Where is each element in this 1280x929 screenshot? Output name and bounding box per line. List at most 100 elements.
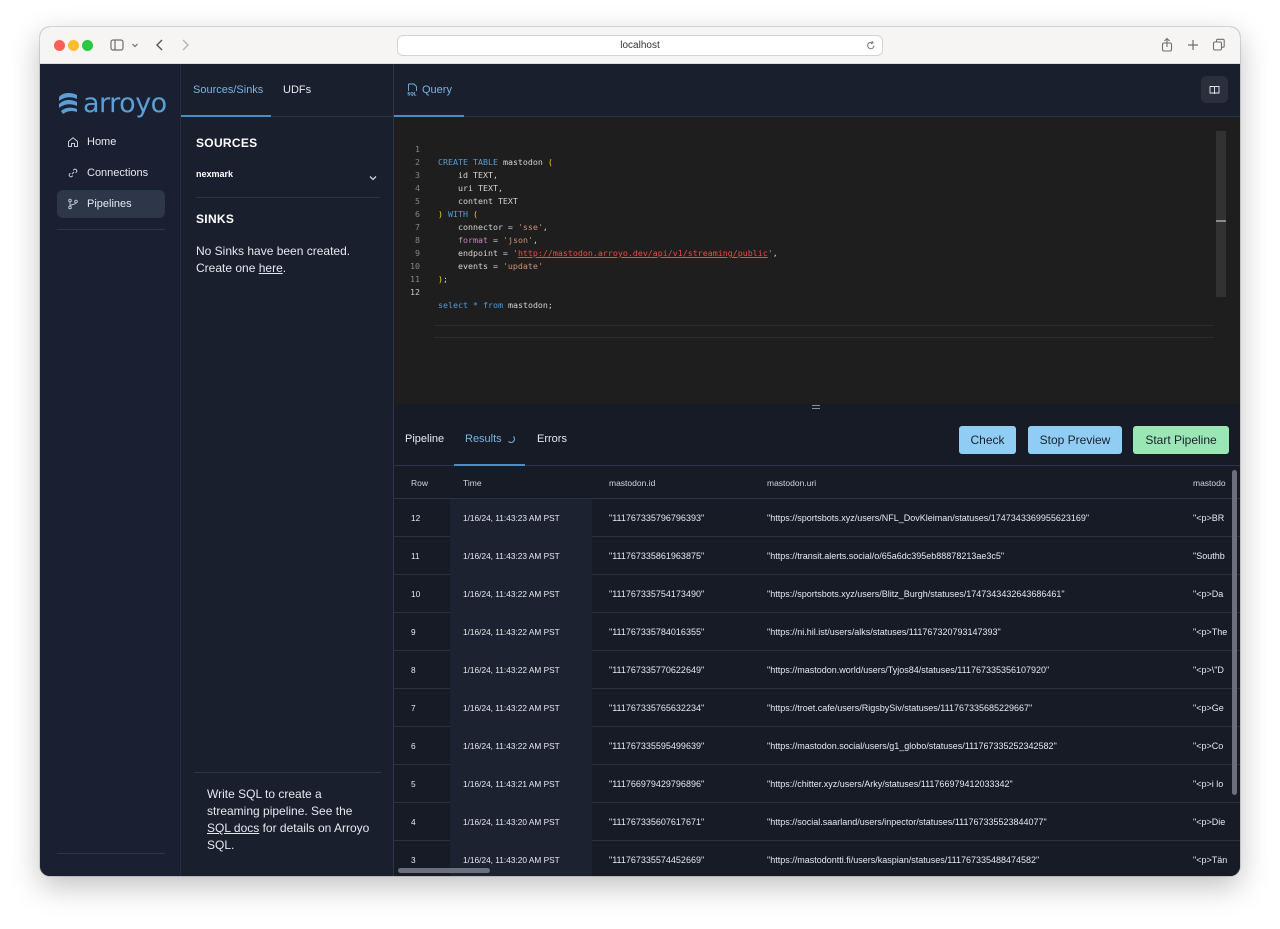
sql-help-text: Write SQL to create a streaming pipeline… — [207, 786, 377, 854]
table-vertical-scrollbar[interactable] — [1232, 470, 1237, 795]
back-icon[interactable] — [155, 36, 165, 54]
cell-content: "Southb — [1193, 551, 1225, 561]
sql-docs-link[interactable]: SQL docs — [207, 821, 259, 835]
active-tab-indicator — [181, 115, 271, 117]
editor-tabs: SQL Query — [394, 64, 1240, 117]
cell-time: 1/16/24, 11:43:22 AM PST — [463, 627, 560, 637]
sql-editor[interactable]: 1 CREATE TABLE mastodon ( 2 id TEXT, 3 u… — [394, 117, 1240, 404]
nav-item-connections[interactable]: Connections — [57, 159, 165, 187]
table-row[interactable]: 6 1/16/24, 11:43:22 AM PST "111767335595… — [394, 727, 1240, 765]
cell-row: 4 — [411, 817, 416, 827]
loading-spinner-icon — [506, 435, 515, 443]
chevron-down-icon[interactable] — [368, 170, 378, 188]
cell-time: 1/16/24, 11:43:23 AM PST — [463, 513, 560, 523]
cell-time: 1/16/24, 11:43:20 AM PST — [463, 855, 560, 865]
cell-row: 12 — [411, 513, 421, 523]
arroyo-wave-icon — [59, 92, 77, 114]
check-button[interactable]: Check — [959, 426, 1016, 454]
nav-divider — [57, 229, 165, 230]
code-line: 7 format = 'json', — [394, 208, 1240, 245]
cell-uri: "https://social.saarland/users/inpector/… — [767, 817, 1047, 827]
nav-item-pipelines[interactable]: Pipelines — [57, 190, 165, 218]
panel-resize-handle[interactable] — [394, 404, 1240, 412]
cell-content: "<p>\"D — [1193, 665, 1224, 675]
zoom-window-button[interactable] — [82, 40, 93, 51]
tab-query[interactable]: SQL Query — [407, 83, 452, 97]
start-pipeline-button[interactable]: Start Pipeline — [1133, 426, 1229, 454]
tab-udfs[interactable]: UDFs — [283, 84, 311, 96]
home-icon — [68, 137, 78, 147]
results-table[interactable]: Row Time mastodon.id mastodon.uri mastod… — [394, 466, 1240, 876]
table-row[interactable]: 10 1/16/24, 11:43:22 AM PST "11176733575… — [394, 575, 1240, 613]
reload-icon[interactable] — [866, 36, 876, 62]
help-text-before: Write SQL to create a streaming pipeline… — [207, 787, 353, 818]
docs-button[interactable] — [1201, 76, 1228, 103]
catalog-panel: Sources/Sinks UDFs SOURCES nexmark SINKS… — [181, 64, 394, 876]
cell-uri: "https://sportsbots.xyz/users/Blitz_Burg… — [767, 589, 1065, 599]
cell-content: "<p>Da — [1193, 589, 1224, 599]
table-horizontal-scrollbar[interactable] — [398, 868, 490, 873]
nav-label-home: Home — [87, 136, 117, 148]
cell-row: 3 — [411, 855, 416, 865]
cell-uri: "https://transit.alerts.social/o/65a6dc3… — [767, 551, 1005, 561]
stop-preview-button[interactable]: Stop Preview — [1028, 426, 1122, 454]
cell-id: "111767335595499639" — [609, 741, 705, 751]
table-row[interactable]: 12 1/16/24, 11:43:23 AM PST "11176733579… — [394, 499, 1240, 537]
tab-overview-icon[interactable] — [1212, 36, 1226, 54]
table-row[interactable]: 4 1/16/24, 11:43:20 AM PST "111767335607… — [394, 803, 1240, 841]
cell-row: 10 — [411, 589, 421, 599]
cell-id: "111767335770622649" — [609, 665, 705, 675]
code-line: 6 connector = 'sse', — [394, 195, 1240, 232]
share-icon[interactable] — [1160, 36, 1174, 54]
tab-results[interactable]: Results — [465, 433, 515, 445]
close-window-button[interactable] — [54, 40, 65, 51]
table-row[interactable]: 5 1/16/24, 11:43:21 AM PST "111766979429… — [394, 765, 1240, 803]
arroyo-logo[interactable]: arroyo — [57, 87, 167, 119]
table-row[interactable]: 11 1/16/24, 11:43:23 AM PST "11176733586… — [394, 537, 1240, 575]
tab-sources-sinks[interactable]: Sources/Sinks — [193, 84, 263, 96]
cell-content: "<p>i lo — [1193, 779, 1224, 789]
new-tab-icon[interactable] — [1186, 36, 1200, 54]
editor-scroll-marker — [1216, 220, 1226, 222]
cell-row: 7 — [411, 703, 416, 713]
table-row[interactable]: 9 1/16/24, 11:43:22 AM PST "111767335784… — [394, 613, 1240, 651]
minimize-window-button[interactable] — [68, 40, 79, 51]
cell-time: 1/16/24, 11:43:22 AM PST — [463, 741, 560, 751]
tab-errors[interactable]: Errors — [537, 433, 567, 445]
column-header-row: Row — [411, 478, 429, 488]
cell-content: "<p>The — [1193, 627, 1228, 637]
code-line: 4 content TEXT — [394, 169, 1240, 206]
column-header-content: mastodo — [1193, 478, 1226, 488]
editor-scrollbar[interactable] — [1216, 131, 1226, 297]
sinks-heading: SINKS — [196, 212, 235, 226]
create-sink-link[interactable]: here — [259, 261, 283, 275]
browser-toolbar: localhost — [40, 27, 1240, 64]
logo-text: arroyo — [83, 87, 167, 119]
arroyo-app: arroyo Home Connections Pipelines Source… — [40, 64, 1240, 876]
main-content: SQL Query 1 CREATE TABLE mastodon ( 2 id… — [394, 64, 1240, 876]
cell-row: 5 — [411, 779, 416, 789]
forward-icon[interactable] — [180, 36, 190, 54]
tab-pipeline[interactable]: Pipeline — [405, 433, 444, 445]
cell-id: "111767335754173490" — [609, 589, 705, 599]
sidebar-toggle-icon[interactable] — [110, 36, 124, 54]
address-bar[interactable]: localhost — [397, 35, 883, 56]
cell-uri: "https://ni.hil.ist/users/alks/statuses/… — [767, 627, 1001, 637]
current-line-highlight — [434, 325, 1214, 338]
cell-uri: "https://mastodon.social/users/g1_globo/… — [767, 741, 1057, 751]
chevron-down-icon[interactable] — [131, 36, 139, 54]
table-row[interactable]: 7 1/16/24, 11:43:22 AM PST "111767335765… — [394, 689, 1240, 727]
code-line: 8 endpoint = 'http://mastodon.arroyo.dev… — [394, 221, 1240, 258]
code-line: 9 events = 'update' — [394, 234, 1240, 271]
catalog-tabs: Sources/Sinks UDFs — [181, 64, 394, 117]
nav-label-connections: Connections — [87, 167, 149, 179]
cell-content: "<p>Die — [1193, 817, 1226, 827]
cell-uri: "https://troet.cafe/users/RigsbySiv/stat… — [767, 703, 1033, 713]
table-row[interactable]: 8 1/16/24, 11:43:22 AM PST "111767335770… — [394, 651, 1240, 689]
code-line: 2 id TEXT, — [394, 143, 1240, 180]
nav-item-home[interactable]: Home — [57, 128, 165, 156]
nav-label-pipelines: Pipelines — [87, 198, 132, 210]
column-header-uri: mastodon.uri — [767, 478, 817, 488]
table-row[interactable]: 3 1/16/24, 11:43:20 AM PST "111767335574… — [394, 841, 1240, 876]
source-item-nexmark[interactable]: nexmark — [196, 169, 233, 179]
